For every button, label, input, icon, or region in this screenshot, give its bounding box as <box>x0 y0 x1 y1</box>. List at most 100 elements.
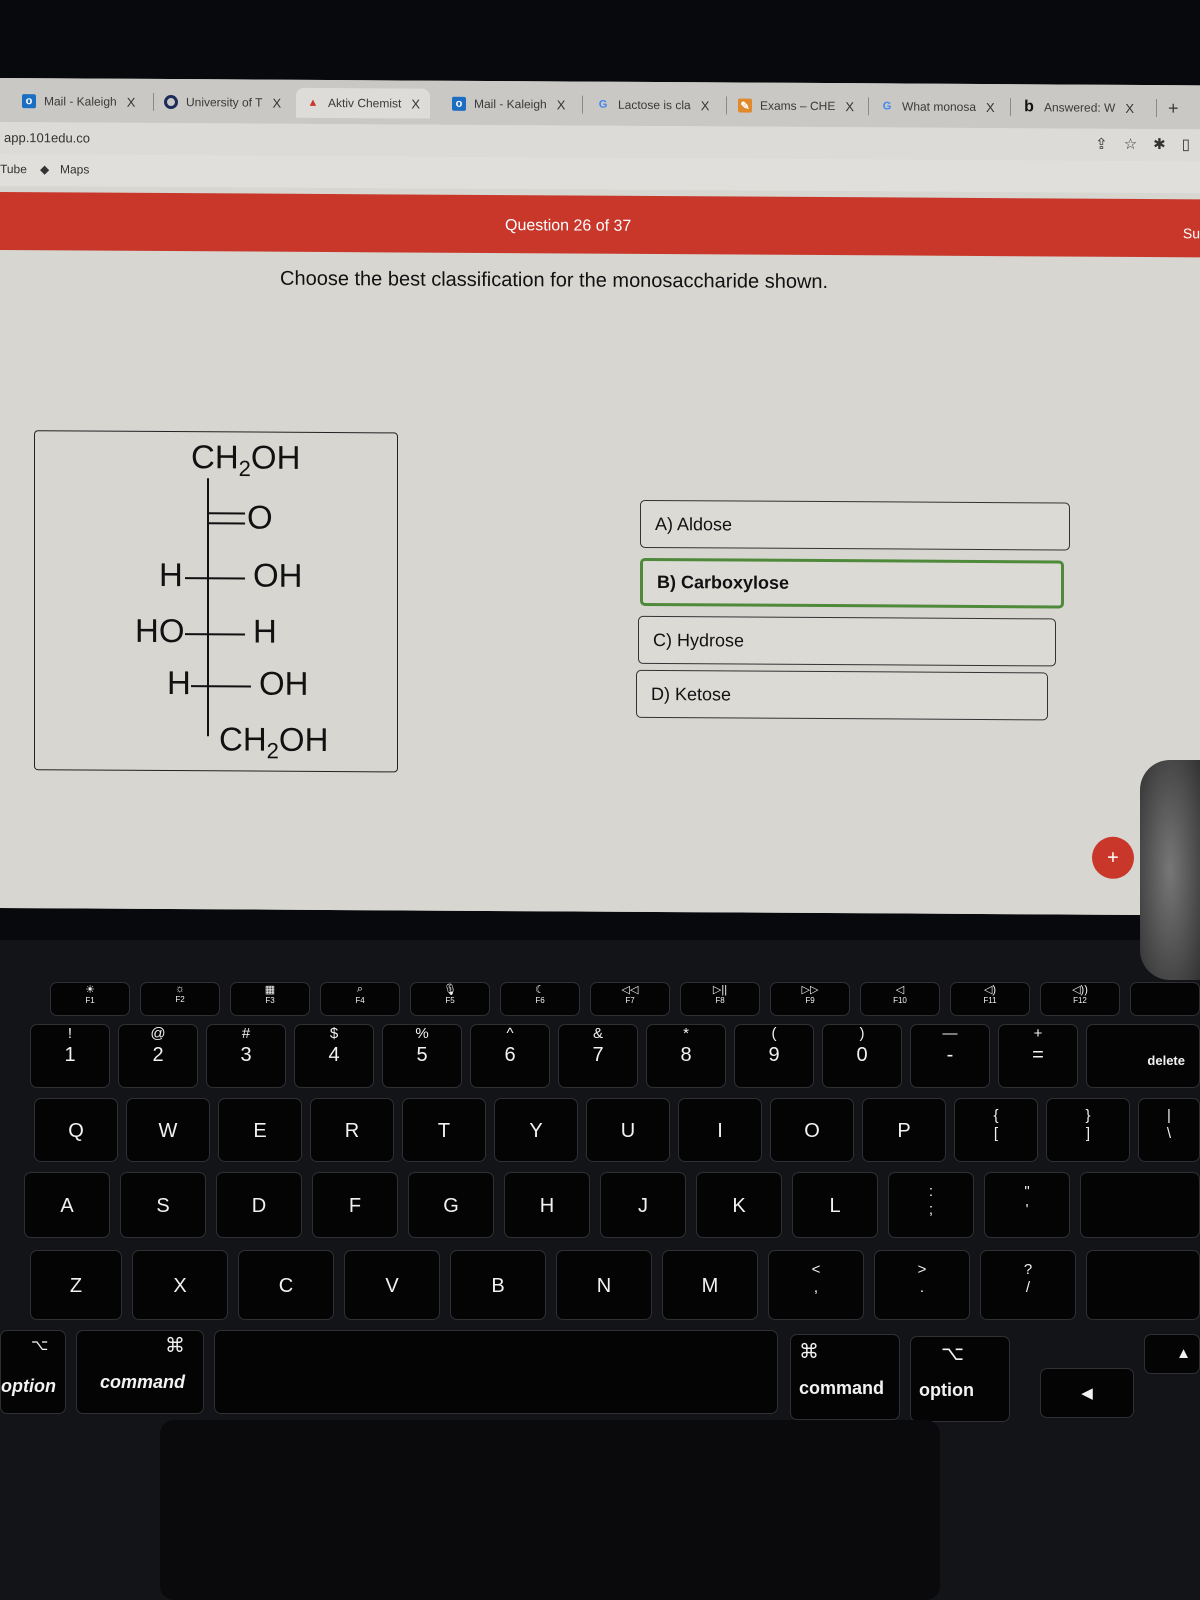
key-5[interactable]: % 5 <box>382 1024 462 1088</box>
key-x[interactable]: X <box>132 1250 228 1320</box>
key-arrow-up[interactable]: ▲ <box>1144 1334 1200 1374</box>
close-icon[interactable]: X <box>272 95 281 110</box>
key-backslash[interactable]: | \ <box>1138 1098 1200 1162</box>
key-h[interactable]: H <box>504 1172 590 1238</box>
key-p[interactable]: P <box>862 1098 946 1162</box>
key-right-shift[interactable] <box>1086 1250 1200 1320</box>
key-t[interactable]: T <box>402 1098 486 1162</box>
tab-mail-1[interactable]: o Mail - Kaleigh X <box>22 86 135 117</box>
option-a[interactable]: A) Aldose <box>640 499 1070 551</box>
close-icon[interactable]: X <box>1125 100 1134 115</box>
key-f8[interactable]: ▷|| F8 <box>680 982 760 1016</box>
key-left-command[interactable]: ⌘ command <box>76 1330 204 1414</box>
extensions-icon[interactable]: ✱ <box>1153 135 1166 153</box>
key-m[interactable]: M <box>662 1250 758 1320</box>
key-d[interactable]: D <box>216 1172 302 1238</box>
key-e[interactable]: E <box>218 1098 302 1162</box>
key-0[interactable]: ) 0 <box>822 1024 902 1088</box>
key-f4[interactable]: ⌕ F4 <box>320 982 400 1016</box>
key-2[interactable]: @2 <box>118 1024 198 1088</box>
key-n[interactable]: N <box>556 1250 652 1320</box>
key-right-command[interactable]: ⌘ command <box>790 1334 900 1420</box>
bookmark-maps[interactable]: Maps <box>60 162 89 176</box>
close-icon[interactable]: X <box>411 96 420 111</box>
key-g[interactable]: G <box>408 1172 494 1238</box>
add-button[interactable]: + <box>1092 836 1134 879</box>
key-z[interactable]: Z <box>30 1250 122 1320</box>
key-minus[interactable]: — - <box>910 1024 990 1088</box>
key-f6[interactable]: ☾ F6 <box>500 982 580 1016</box>
tab-university[interactable]: University of T X <box>164 87 281 118</box>
bookmark-youtube[interactable]: Tube <box>0 162 27 176</box>
option-b[interactable]: B) Carboxylose <box>640 557 1064 609</box>
key-6[interactable]: ^ 6 <box>470 1024 550 1088</box>
star-icon[interactable]: ☆ <box>1124 135 1137 153</box>
key-v[interactable]: V <box>344 1250 440 1320</box>
key-left-option[interactable]: ⌥ option <box>0 1330 66 1414</box>
key-f11[interactable]: ◁) F11 <box>950 982 1030 1016</box>
close-icon[interactable]: X <box>845 99 854 114</box>
key-7[interactable]: & 7 <box>558 1024 638 1088</box>
key-a[interactable]: A <box>24 1172 110 1238</box>
key-4[interactable]: $4 <box>294 1024 374 1088</box>
key-right-option[interactable]: ⌥ option <box>910 1336 1010 1422</box>
tab-exams[interactable]: ✎ Exams – CHE X <box>738 91 854 122</box>
key-9[interactable]: (9 <box>734 1024 814 1088</box>
key-f7[interactable]: ◁◁ F7 <box>590 982 670 1016</box>
close-icon[interactable]: X <box>701 98 710 113</box>
key-f9[interactable]: ▷▷ F9 <box>770 982 850 1016</box>
key-f[interactable]: F <box>312 1172 398 1238</box>
tab-what-monosaccharide[interactable]: G What monosa X <box>880 91 995 122</box>
key-f2[interactable]: ☼ F2 <box>140 982 220 1016</box>
key-1[interactable]: ! 1 <box>30 1024 110 1088</box>
key-comma[interactable]: <, <box>768 1250 864 1320</box>
option-c[interactable]: C) Hydrose <box>638 615 1056 667</box>
key-s[interactable]: S <box>120 1172 206 1238</box>
key-f3[interactable]: ▦ F3 <box>230 982 310 1016</box>
option-d[interactable]: D) Ketose <box>636 669 1048 721</box>
key-j[interactable]: J <box>600 1172 686 1238</box>
key-slash[interactable]: ? / <box>980 1250 1076 1320</box>
key-f5[interactable]: 🎙 F5 <box>410 982 490 1016</box>
new-tab-button[interactable]: + <box>1168 93 1179 123</box>
tab-answered[interactable]: b Answered: W X <box>1022 92 1134 123</box>
key-8[interactable]: * 8 <box>646 1024 726 1088</box>
tab-mail-2[interactable]: o Mail - Kaleigh X <box>452 89 565 120</box>
key-c[interactable]: C <box>238 1250 334 1320</box>
sidepanel-icon[interactable]: ▯ <box>1182 135 1190 153</box>
key-3[interactable]: #3 <box>206 1024 286 1088</box>
key-y[interactable]: Y <box>494 1098 578 1162</box>
key-b[interactable]: B <box>450 1250 546 1320</box>
key-l[interactable]: L <box>792 1172 878 1238</box>
key-i[interactable]: I <box>678 1098 762 1162</box>
close-icon[interactable]: X <box>986 100 995 115</box>
key-k[interactable]: K <box>696 1172 782 1238</box>
key-f1[interactable]: ☀ F1 <box>50 982 130 1016</box>
tab-aktiv-chemistry[interactable]: ▲ Aktiv Chemist X <box>296 87 431 119</box>
key-period[interactable]: >. <box>874 1250 970 1320</box>
key-o[interactable]: O <box>770 1098 854 1162</box>
key-f10[interactable]: ◁ F10 <box>860 982 940 1016</box>
key-return[interactable] <box>1080 1172 1200 1238</box>
key-quote[interactable]: " ' <box>984 1172 1070 1238</box>
key-f12[interactable]: ◁)) F12 <box>1040 982 1120 1016</box>
key-space[interactable] <box>214 1330 778 1414</box>
key-delete[interactable]: delete <box>1086 1024 1200 1088</box>
key-arrow-left[interactable]: ◀ <box>1040 1368 1134 1418</box>
close-icon[interactable]: X <box>557 97 566 112</box>
key-right-bracket[interactable]: }] <box>1046 1098 1130 1162</box>
url-field[interactable]: app.101edu.co <box>4 130 90 146</box>
key-u[interactable]: U <box>586 1098 670 1162</box>
key-touch-id[interactable] <box>1130 982 1200 1016</box>
key-left-bracket[interactable]: {[ <box>954 1098 1038 1162</box>
share-icon[interactable]: ⇪ <box>1095 135 1108 153</box>
key-r[interactable]: R <box>310 1098 394 1162</box>
trackpad[interactable] <box>160 1420 940 1600</box>
key-w[interactable]: W <box>126 1098 210 1162</box>
key-equals[interactable]: + = <box>998 1024 1078 1088</box>
close-icon[interactable]: X <box>127 94 136 109</box>
submit-button[interactable]: Su <box>1183 225 1200 241</box>
key-semicolon[interactable]: :; <box>888 1172 974 1238</box>
tab-lactose[interactable]: G Lactose is cla X <box>596 90 710 121</box>
key-q[interactable]: Q <box>34 1098 118 1162</box>
